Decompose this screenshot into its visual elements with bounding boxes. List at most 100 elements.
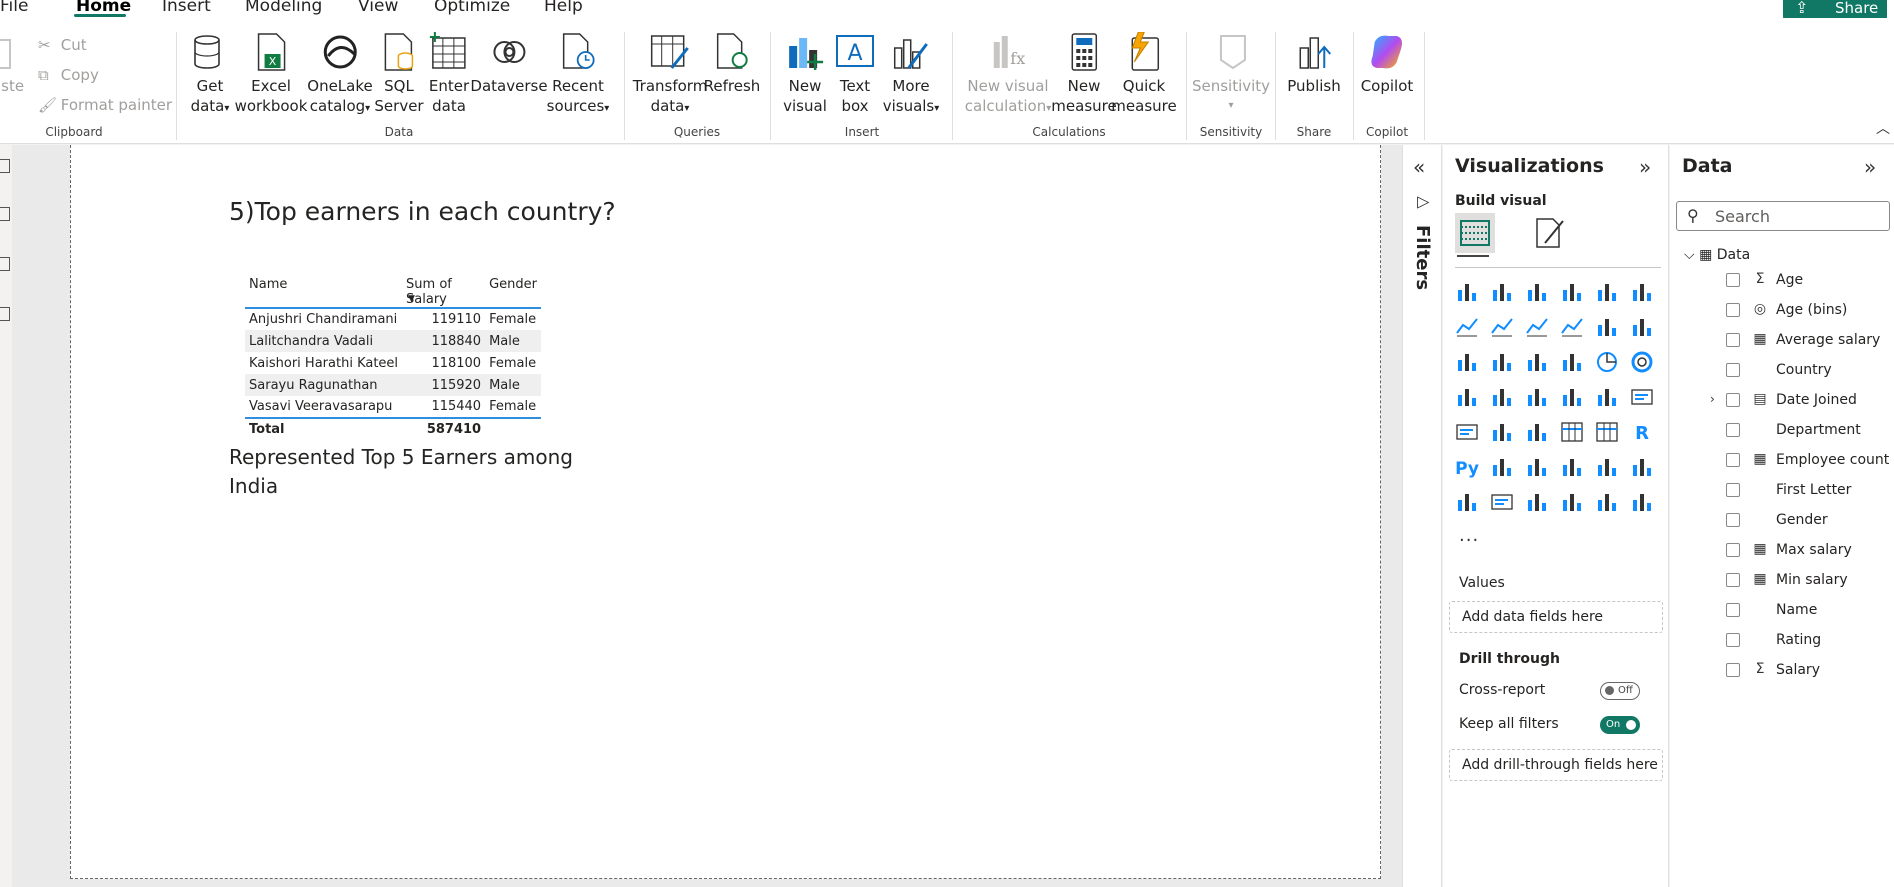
chevron-right-icon[interactable]: › [1710, 392, 1715, 406]
table-visual-icon[interactable] [1560, 420, 1584, 444]
smart-narrative-visual-icon[interactable] [1595, 455, 1619, 479]
filters-pane-collapsed[interactable]: « ▽ Filters [1402, 145, 1442, 887]
power-automate-visual-icon[interactable] [1630, 490, 1654, 514]
100-area-visual-icon[interactable] [1560, 315, 1584, 339]
field-checkbox[interactable] [1726, 483, 1740, 497]
field-checkbox[interactable] [1726, 603, 1740, 617]
qa-visual-icon[interactable] [1560, 455, 1584, 479]
line-column-visual-icon[interactable] [1595, 315, 1619, 339]
field-checkbox[interactable] [1726, 663, 1740, 677]
more-visuals-ellipsis[interactable]: ... [1459, 525, 1479, 546]
collapse-ribbon-icon[interactable]: ︿ [1876, 118, 1890, 138]
text-box-button[interactable]: A Text box [835, 32, 875, 116]
stacked-bar-visual-icon[interactable] [1455, 280, 1479, 304]
model-view-icon[interactable] [0, 257, 10, 271]
sql-server-button[interactable]: SQL Server [374, 32, 424, 116]
menu-view[interactable]: View [358, 0, 398, 16]
build-visual-tab[interactable] [1455, 213, 1495, 253]
pie-visual-icon[interactable] [1595, 350, 1619, 374]
line-visual-icon[interactable] [1455, 315, 1479, 339]
100-column-visual-icon[interactable] [1630, 280, 1654, 304]
100-bar-visual-icon[interactable] [1595, 280, 1619, 304]
column-header-name[interactable]: Name [245, 274, 403, 309]
line-clustered-visual-icon[interactable] [1630, 315, 1654, 339]
power-apps-visual-icon[interactable] [1595, 490, 1619, 514]
table-row[interactable]: Vasavi Veeravasarapu 115440 Female [245, 396, 541, 418]
collapse-data-pane-icon[interactable]: » [1864, 155, 1876, 179]
menu-insert[interactable]: Insert [162, 0, 211, 16]
waterfall-visual-icon[interactable] [1490, 350, 1514, 374]
map-visual-icon[interactable] [1490, 385, 1514, 409]
column-header-sum-of-salary[interactable]: Sum of Salary ▼ [402, 274, 486, 309]
field-checkbox[interactable] [1726, 303, 1740, 317]
onelake-catalog-button[interactable]: OneLake catalog▾ [307, 32, 373, 119]
paste-button[interactable]: aste [0, 32, 28, 96]
collapse-visualizations-icon[interactable]: » [1639, 155, 1651, 179]
key-influencers-visual-icon[interactable] [1490, 455, 1514, 479]
python-visual-visual-icon[interactable]: Py [1455, 455, 1479, 479]
get-data-button[interactable]: Get data▾ [190, 32, 230, 119]
format-painter-button[interactable]: 🖌 Format painter [38, 96, 172, 114]
values-drop-zone[interactable]: Add data fields here [1449, 601, 1663, 633]
clustered-bar-visual-icon[interactable] [1525, 280, 1549, 304]
report-title-textbox[interactable]: 5)Top earners in each country? [229, 197, 616, 226]
excel-workbook-button[interactable]: X Excel workbook [235, 32, 307, 116]
matrix-visual-icon[interactable] [1595, 420, 1619, 444]
field-checkbox[interactable] [1726, 633, 1740, 647]
new-measure-button[interactable]: New measure [1051, 32, 1117, 116]
keep-all-filters-toggle[interactable]: On [1600, 716, 1640, 734]
ribbon-visual-icon[interactable] [1455, 350, 1479, 374]
new-visual-calculation-button[interactable]: fx New visual calculation▾ [965, 32, 1051, 119]
copilot-button[interactable]: Copilot [1361, 32, 1413, 96]
r-visual-visual-icon[interactable]: R [1630, 420, 1654, 444]
field-checkbox[interactable] [1726, 573, 1740, 587]
sensitivity-button[interactable]: Sensitivity ▾ [1192, 32, 1270, 116]
azure-map-visual-icon[interactable] [1560, 385, 1584, 409]
slicer-visual-icon[interactable] [1525, 420, 1549, 444]
field-checkbox[interactable] [1726, 393, 1740, 407]
donut-visual-icon[interactable] [1630, 350, 1654, 374]
more-visuals-button[interactable]: More visuals▾ [883, 32, 939, 119]
clustered-column-visual-icon[interactable] [1560, 280, 1584, 304]
table-row[interactable]: Sarayu Ragunathan 115920 Male [245, 374, 541, 396]
report-view-icon[interactable] [0, 159, 10, 173]
decomposition-tree-visual-icon[interactable] [1525, 455, 1549, 479]
menu-help[interactable]: Help [544, 0, 583, 16]
area-visual-icon[interactable] [1490, 315, 1514, 339]
menu-modeling[interactable]: Modeling [245, 0, 322, 16]
table-row[interactable]: Kaishori Harathi Kateel 118100 Female [245, 352, 541, 374]
slicer-new-visual-icon[interactable] [1525, 490, 1549, 514]
field-checkbox[interactable] [1726, 543, 1740, 557]
field-checkbox[interactable] [1726, 333, 1740, 347]
card-visual-icon[interactable] [1630, 385, 1654, 409]
field-checkbox[interactable] [1726, 513, 1740, 527]
note-textbox[interactable]: Represented Top 5 Earners among India [229, 443, 589, 501]
table-view-icon[interactable] [0, 207, 10, 221]
kpi-visual-icon[interactable] [1490, 420, 1514, 444]
drill-through-drop-zone[interactable]: Add drill-through fields here [1449, 749, 1663, 781]
transform-data-button[interactable]: Transform data▾ [633, 32, 707, 119]
publish-button[interactable]: Publish [1287, 32, 1341, 96]
gauge-visual-icon[interactable] [1595, 385, 1619, 409]
table-row[interactable]: Anjushri Chandiramani 119110 Female [245, 308, 541, 330]
share-button[interactable]: ⇪ Share ▾ [1783, 0, 1887, 35]
report-page[interactable]: 5)Top earners in each country? Name Sum … [70, 145, 1381, 879]
metrics-visual-icon[interactable] [1630, 455, 1654, 479]
funnel-visual-icon[interactable] [1525, 350, 1549, 374]
dataverse-button[interactable]: Dataverse [470, 32, 548, 96]
treemap-visual-icon[interactable] [1455, 385, 1479, 409]
field-checkbox[interactable] [1726, 423, 1740, 437]
refresh-button[interactable]: Refresh [704, 32, 760, 96]
copy-button[interactable]: ⧉ Copy [38, 66, 99, 84]
new-visual-button[interactable]: New visual [783, 32, 827, 116]
data-table-node[interactable]: ⌵ ▦ Data [1684, 247, 1750, 263]
recent-sources-button[interactable]: Recent sources▾ [547, 32, 609, 119]
scatter-visual-icon[interactable] [1560, 350, 1584, 374]
dax-query-view-icon[interactable] [0, 307, 10, 321]
field-checkbox[interactable] [1726, 453, 1740, 467]
column-header-gender[interactable]: Gender [485, 274, 541, 309]
stacked-column-visual-icon[interactable] [1490, 280, 1514, 304]
azure-maps-visual-icon[interactable] [1560, 490, 1584, 514]
menu-file[interactable]: File [0, 0, 28, 16]
paginated-visual-icon[interactable] [1455, 490, 1479, 514]
